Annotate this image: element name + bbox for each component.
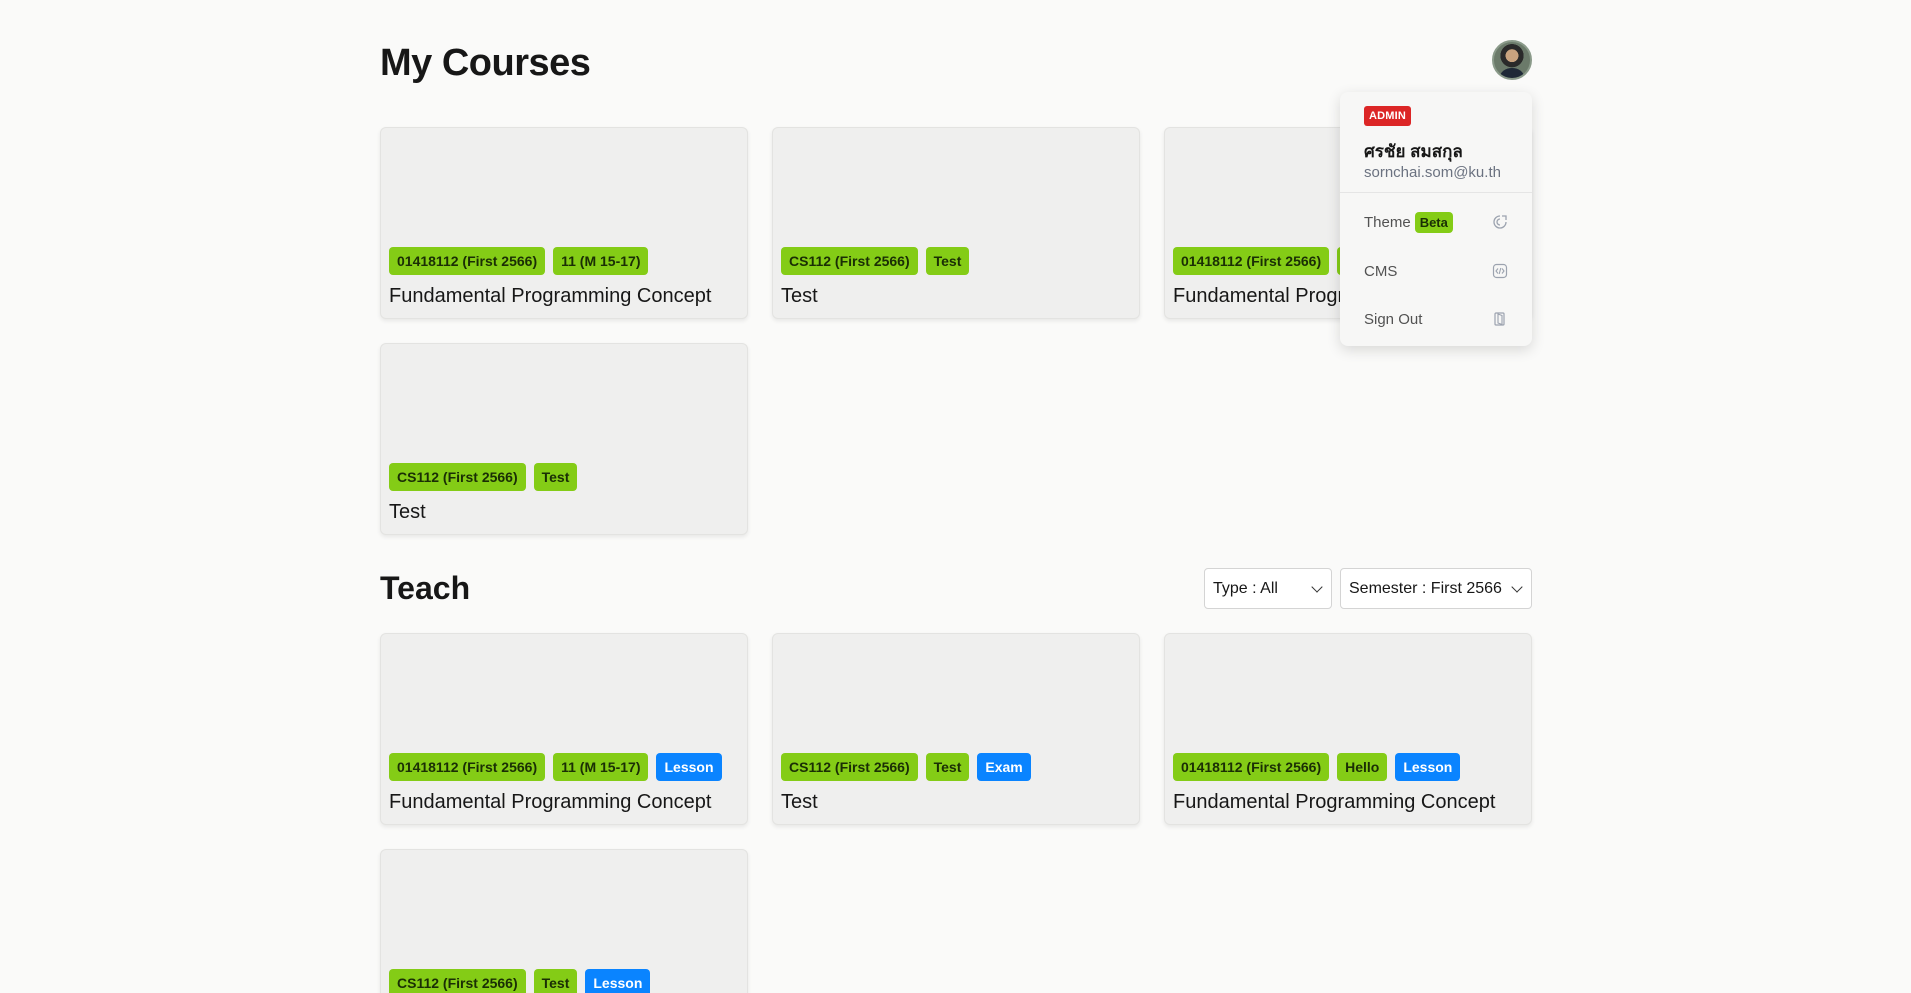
menu-item-cms[interactable]: CMS [1356, 254, 1516, 288]
course-title: Fundamental Programming Concept [1173, 791, 1496, 813]
theme-icon [1493, 215, 1507, 229]
teach-courses-grid: 01418112 (First 2566) 11 (M 15-17) Lesson F… [380, 633, 1532, 993]
semester-filter-select[interactable]: Semester : First 2566 [1340, 568, 1532, 609]
user-avatar[interactable] [1492, 40, 1532, 80]
code-icon [1492, 263, 1508, 279]
course-card[interactable]: CS112 (First 2566) Test Test [772, 127, 1140, 319]
semester-filter-value: Semester : First 2566 [1349, 580, 1502, 597]
course-tags: CS112 (First 2566) Test [781, 247, 970, 275]
course-tag: 11 (M 15-17) [553, 247, 649, 275]
course-tag: CS112 (First 2566) [389, 969, 526, 993]
course-card[interactable]: CS112 (First 2566) Test Test [380, 343, 748, 535]
user-email: sornchai.som@ku.th [1364, 164, 1501, 181]
course-tags: CS112 (First 2566) Test Exam [781, 753, 1031, 781]
course-tag: 01418112 (First 2566) [1173, 753, 1330, 781]
page-title: My Courses [380, 42, 591, 84]
course-tag: Test [533, 969, 578, 993]
course-tag: Lesson [656, 753, 722, 781]
course-tag: 01418112 (First 2566) [389, 247, 546, 275]
course-tag: 11 (M 15-17) [553, 753, 649, 781]
course-tag: CS112 (First 2566) [389, 463, 526, 491]
user-name: ศรชัย สมสกุล [1364, 142, 1463, 161]
course-card[interactable]: 01418112 (First 2566) 11 (M 15-17) Fundame… [380, 127, 748, 319]
course-tag: Lesson [585, 969, 651, 993]
type-filter-value: Type : All [1213, 580, 1278, 597]
course-card[interactable]: 01418112 (First 2566) Hello Lesson Fundamen… [1164, 633, 1532, 825]
course-tag: Hello [1337, 753, 1388, 781]
course-tags: 01418112 (First 2566) Hello Lesson [1173, 753, 1461, 781]
course-tag: 01418112 (First 2566) [1173, 247, 1330, 275]
menu-divider [1340, 192, 1532, 193]
menu-item-sign-out[interactable]: Sign Out [1356, 302, 1516, 336]
course-card[interactable]: 01418112 (First 2566) 11 (M 15-17) Lesson F… [380, 633, 748, 825]
course-title: Test [781, 285, 818, 307]
course-title: Test [781, 791, 818, 813]
beta-badge: Beta [1414, 211, 1453, 233]
user-dropdown-menu: ADMIN ศรชัย สมสกุล sornchai.som@ku.th Th… [1340, 92, 1532, 346]
course-tag: 01418112 (First 2566) [389, 753, 546, 781]
menu-item-label: Theme [1364, 213, 1411, 231]
course-tag: CS112 (First 2566) [781, 247, 918, 275]
course-tag: CS112 (First 2566) [781, 753, 918, 781]
course-title: Fundamental Programming Concept [389, 285, 712, 307]
menu-item-label: CMS [1364, 262, 1398, 280]
menu-item-label: Sign Out [1364, 310, 1423, 328]
sign-out-icon [1494, 312, 1505, 326]
type-filter-select[interactable]: Type : All [1204, 568, 1332, 609]
chevron-down-icon [1311, 581, 1323, 593]
course-tags: CS112 (First 2566) Test Lesson [389, 969, 651, 993]
course-card[interactable]: CS112 (First 2566) Test Lesson [380, 849, 748, 993]
role-badge: ADMIN [1364, 106, 1412, 126]
course-tag: Test [925, 247, 970, 275]
course-title: Fundamental Programming Concept [389, 791, 712, 813]
course-card[interactable]: CS112 (First 2566) Test Exam Test [772, 633, 1140, 825]
course-tag: Test [925, 753, 970, 781]
course-title: Test [389, 501, 426, 523]
chevron-down-icon [1511, 581, 1523, 593]
course-tags: CS112 (First 2566) Test [389, 463, 578, 491]
teach-section-title: Teach [380, 570, 471, 606]
course-tag: Lesson [1395, 753, 1461, 781]
course-tag: Exam [977, 753, 1031, 781]
course-tags: 01418112 (First 2566) 11 (M 15-17) Lesson [389, 753, 722, 781]
menu-item-theme[interactable]: Theme Beta [1356, 205, 1516, 239]
course-tag: Test [533, 463, 578, 491]
course-tags: 01418112 (First 2566) 11 (M 15-17) [389, 247, 649, 275]
